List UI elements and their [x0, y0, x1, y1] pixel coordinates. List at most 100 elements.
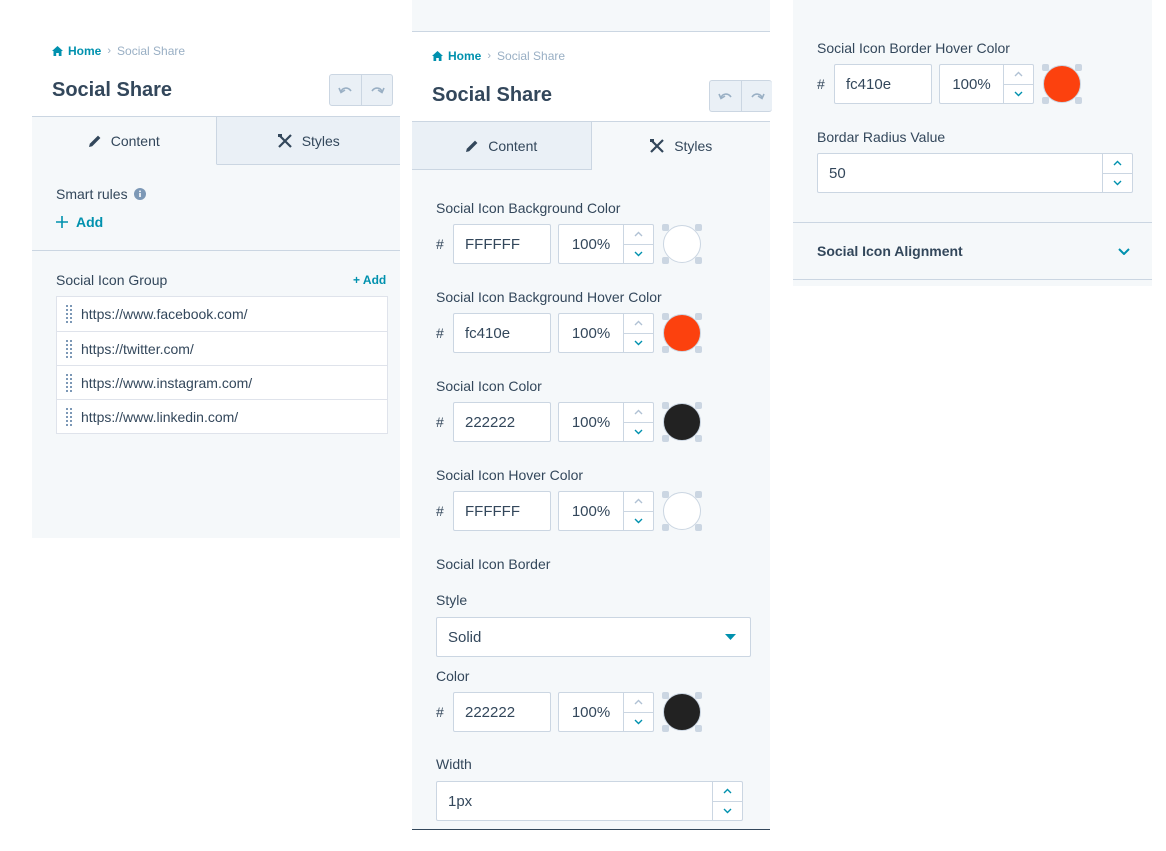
color-swatch[interactable] — [662, 491, 702, 531]
hex-input[interactable]: fc410e — [834, 64, 932, 104]
hex-input[interactable]: 222222 — [453, 692, 551, 732]
opacity-input[interactable]: 100% — [558, 313, 654, 353]
chevron-down-icon[interactable] — [624, 711, 653, 732]
border-heading: Social Icon Border — [436, 556, 551, 572]
chevron-down-icon[interactable] — [713, 800, 742, 821]
opacity-input[interactable]: 100% — [558, 402, 654, 442]
border-width-value: 1px — [448, 792, 473, 810]
list-item[interactable]: https://www.linkedin.com/ — [57, 399, 387, 433]
content-panel: Home › Social Share Social Share Content… — [32, 0, 400, 538]
hex-input[interactable]: 222222 — [453, 402, 551, 442]
tab-content[interactable]: Content — [412, 121, 592, 170]
opacity-value: 100% — [571, 703, 611, 721]
chevron-down-icon[interactable] — [624, 243, 653, 264]
home-icon — [52, 46, 63, 56]
page-title: Social Share — [52, 79, 173, 101]
border-radius-value: 50 — [829, 164, 846, 182]
group-add-button[interactable]: + Add — [353, 273, 386, 287]
opacity-input[interactable]: 100% — [939, 64, 1034, 104]
border-style-select[interactable]: Solid — [436, 617, 751, 657]
undo-redo-group — [329, 74, 393, 106]
border-hover-color-picker: # fc410e 100% — [817, 64, 1082, 104]
divider — [32, 250, 400, 251]
drag-handle-icon[interactable] — [57, 297, 81, 331]
width-stepper — [712, 782, 742, 820]
tab-content[interactable]: Content — [32, 116, 217, 165]
chevron-down-icon[interactable] — [1004, 83, 1033, 104]
redo-button[interactable] — [361, 75, 392, 105]
drag-handle-icon[interactable] — [57, 332, 81, 366]
chevron-down-icon[interactable] — [624, 421, 653, 442]
chevron-up-icon[interactable] — [1103, 154, 1132, 173]
swatch-circle — [663, 492, 701, 530]
styles-tools-icon — [277, 133, 292, 148]
breadcrumb: Home › Social Share — [52, 44, 185, 58]
info-icon[interactable] — [133, 188, 146, 200]
tab-styles[interactable]: Styles — [216, 116, 400, 165]
hex-input[interactable]: FFFFFF — [453, 491, 551, 531]
chevron-up-icon[interactable] — [624, 492, 653, 511]
color-swatch[interactable] — [662, 692, 702, 732]
alignment-accordion[interactable]: Social Icon Alignment — [793, 222, 1152, 280]
list-item[interactable]: https://www.instagram.com/ — [57, 365, 387, 399]
color-swatch[interactable] — [662, 224, 702, 264]
icon-color-picker: # 222222 100% — [436, 402, 702, 442]
panel-header: Home › Social Share Social Share — [32, 0, 400, 117]
editor-tabs: Content Styles — [32, 116, 400, 165]
border-radius-input[interactable]: 50 — [817, 153, 1133, 193]
chevron-down-icon[interactable] — [1103, 172, 1132, 193]
swatch-circle — [1043, 65, 1081, 103]
opacity-input[interactable]: 100% — [558, 491, 654, 531]
hash-symbol: # — [436, 704, 444, 720]
tab-styles[interactable]: Styles — [591, 121, 770, 170]
bg-color-label: Social Icon Background Color — [436, 200, 621, 216]
breadcrumb: Home › Social Share — [432, 49, 565, 63]
breadcrumb-home[interactable]: Home — [432, 49, 481, 63]
border-radius-label: Bordar Radius Value — [817, 129, 946, 145]
opacity-stepper — [623, 693, 653, 731]
styles-tools-icon — [650, 138, 664, 153]
chevron-up-icon[interactable] — [713, 782, 742, 801]
drag-handle-icon[interactable] — [57, 366, 81, 400]
social-icon-group-label: Social Icon Group — [56, 272, 168, 288]
chevron-up-icon[interactable] — [1004, 65, 1033, 84]
undo-button[interactable] — [330, 75, 361, 105]
drag-handle-icon[interactable] — [57, 400, 81, 434]
redo-button[interactable] — [741, 81, 772, 111]
hash-symbol: # — [436, 503, 444, 519]
chevron-up-icon[interactable] — [624, 314, 653, 333]
smart-rules-add-button[interactable]: Add — [56, 214, 103, 230]
caret-down-icon — [725, 634, 736, 640]
color-swatch[interactable] — [662, 402, 702, 442]
opacity-value: 100% — [571, 235, 611, 253]
smart-rules-text: Smart rules — [56, 186, 128, 202]
chevron-up-icon[interactable] — [624, 225, 653, 244]
breadcrumb-home[interactable]: Home — [52, 44, 101, 58]
swatch-circle — [663, 225, 701, 263]
border-width-input[interactable]: 1px — [436, 781, 743, 821]
color-swatch[interactable] — [662, 313, 702, 353]
chevron-up-icon[interactable] — [624, 693, 653, 712]
social-icon-group-list: https://www.facebook.com/ https://twitte… — [56, 296, 388, 434]
chevron-up-icon[interactable] — [624, 403, 653, 422]
border-style-value: Solid — [448, 628, 482, 646]
chevron-down-icon[interactable] — [624, 332, 653, 353]
undo-button[interactable] — [710, 81, 741, 111]
list-item[interactable]: https://www.facebook.com/ — [57, 297, 387, 331]
divider — [412, 829, 770, 830]
opacity-input[interactable]: 100% — [558, 692, 654, 732]
swatch-circle — [663, 314, 701, 352]
color-swatch[interactable] — [1042, 64, 1082, 104]
hex-input[interactable]: FFFFFF — [453, 224, 551, 264]
hash-symbol: # — [436, 414, 444, 430]
hex-input[interactable]: fc410e — [453, 313, 551, 353]
opacity-stepper — [623, 314, 653, 352]
undo-icon — [717, 93, 732, 100]
chevron-right-icon: › — [107, 45, 112, 57]
border-hover-color-label: Social Icon Border Hover Color — [817, 40, 1010, 56]
list-item-url: https://www.linkedin.com/ — [81, 408, 239, 425]
opacity-input[interactable]: 100% — [558, 224, 654, 264]
list-item[interactable]: https://twitter.com/ — [57, 331, 387, 365]
chevron-down-icon[interactable] — [624, 510, 653, 531]
opacity-stepper — [623, 492, 653, 530]
